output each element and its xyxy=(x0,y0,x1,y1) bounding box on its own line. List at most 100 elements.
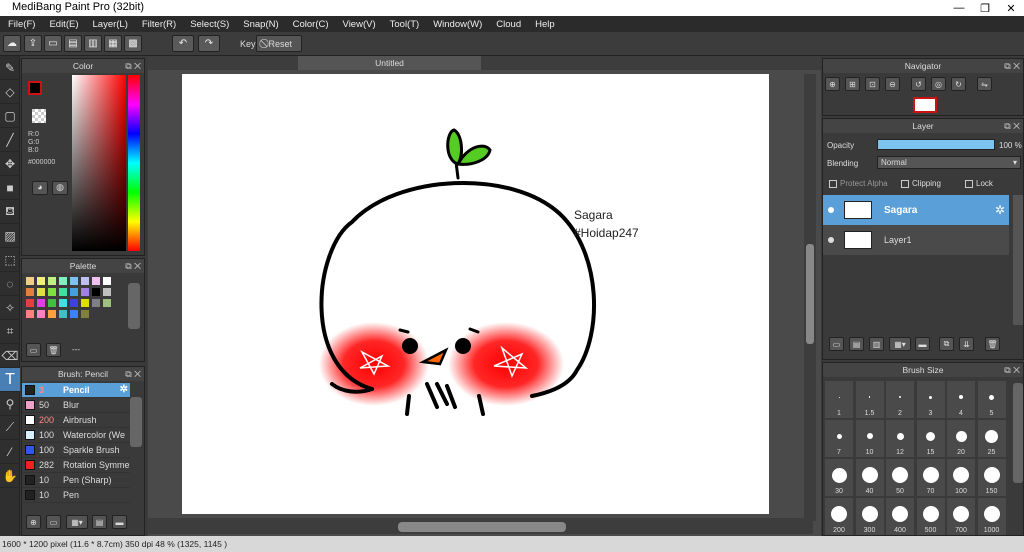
zoom-out-icon[interactable]: ⊖ xyxy=(885,77,900,91)
navigator-thumbnail[interactable] xyxy=(913,97,937,113)
close-button[interactable]: ✕ xyxy=(998,0,1024,16)
brush-size-option[interactable]: 500 xyxy=(916,498,945,535)
brush-size-option[interactable]: 1000 xyxy=(977,498,1006,535)
rotate-right-icon[interactable]: ↻ xyxy=(951,77,966,91)
chat-icon[interactable]: ▭ xyxy=(44,35,62,52)
eraser-tool-icon[interactable]: ◇ xyxy=(0,80,20,104)
brush-size-option[interactable]: 4 xyxy=(947,381,975,418)
operation-tool-icon[interactable]: ⚲ xyxy=(0,392,20,416)
palette-swatch[interactable] xyxy=(103,277,111,285)
actual-size-icon[interactable]: ⊡ xyxy=(865,77,880,91)
shape-tool-icon[interactable]: ▢ xyxy=(0,104,20,128)
palette-swatch[interactable] xyxy=(59,310,67,318)
panel-close-icon[interactable]: ⧉ ✕ xyxy=(1004,119,1020,133)
palette-swatch[interactable] xyxy=(37,277,45,285)
list-icon[interactable]: ▦ xyxy=(104,35,122,52)
brush-size-option[interactable]: 3 xyxy=(916,381,945,418)
brush-tool-icon[interactable]: ✎ xyxy=(0,56,20,80)
new-layer-icon[interactable]: ▭ xyxy=(829,337,844,351)
brush-size-option[interactable]: 20 xyxy=(947,420,975,457)
menu-help[interactable]: Help xyxy=(535,19,555,30)
brush-item[interactable]: 50 Blur xyxy=(22,398,130,413)
brush-size-option[interactable]: 300 xyxy=(855,498,884,535)
brush-item[interactable]: 100 Sparkle Brush xyxy=(22,443,130,458)
background-color[interactable] xyxy=(32,109,46,123)
rotate-left-icon[interactable]: ↺ xyxy=(911,77,926,91)
comment-icon[interactable]: ▤ xyxy=(64,35,82,52)
eyedropper-tool-icon[interactable]: ⁄ xyxy=(0,440,20,464)
layer-item-layer1[interactable]: Layer1 xyxy=(823,225,1009,255)
palette-swatch[interactable] xyxy=(70,288,78,296)
magic-wand-tool-icon[interactable]: ✧ xyxy=(0,296,20,320)
foreground-color[interactable] xyxy=(28,81,42,95)
panel-close-icon[interactable]: ⧉ ✕ xyxy=(125,367,141,381)
palette-swatch[interactable] xyxy=(92,299,100,307)
canvas-vertical-scrollbar[interactable] xyxy=(804,74,816,521)
zoom-in-icon[interactable]: ⊕ xyxy=(825,77,840,91)
line-tool-icon[interactable]: ╱ xyxy=(0,128,20,152)
palette-swatch[interactable] xyxy=(103,299,111,307)
select-eraser-tool-icon[interactable]: ⌫ xyxy=(0,344,20,368)
color-saturation-box[interactable] xyxy=(72,75,126,251)
brush-item[interactable]: 10 Pen (Sharp) xyxy=(22,473,130,488)
palette-swatch[interactable] xyxy=(37,310,45,318)
brush-item[interactable]: 3 Pencil ✲ xyxy=(22,383,130,398)
opacity-slider[interactable] xyxy=(877,139,995,150)
brush-size-scrollbar[interactable] xyxy=(1013,383,1023,483)
menu-cloud[interactable]: Cloud xyxy=(496,19,521,30)
brush-scrollbar[interactable] xyxy=(130,397,142,447)
undo-icon[interactable]: ↶ xyxy=(172,35,194,52)
palette-swatch[interactable] xyxy=(37,299,45,307)
menu-view[interactable]: View(V) xyxy=(343,19,376,30)
delete-layer-icon[interactable]: 🗑 xyxy=(985,337,1000,351)
panel-close-icon[interactable]: ⧉ ✕ xyxy=(125,59,141,73)
menu-layer[interactable]: Layer(L) xyxy=(93,19,128,30)
panel-close-icon[interactable]: ⧉ ✕ xyxy=(1004,59,1020,73)
brush-size-option[interactable]: 40 xyxy=(855,459,884,496)
maximize-button[interactable]: ❐ xyxy=(972,0,998,16)
brush-size-option[interactable]: 400 xyxy=(886,498,914,535)
palette-swatch[interactable] xyxy=(37,288,45,296)
hue-slider[interactable] xyxy=(128,75,140,251)
brush-doc-icon[interactable]: ▤ xyxy=(92,515,107,529)
palette-swatch[interactable] xyxy=(81,277,89,285)
select-tool-icon[interactable]: ⬚ xyxy=(0,248,20,272)
palette-swatch[interactable] xyxy=(48,310,56,318)
flip-horizontal-icon[interactable]: ⇋ xyxy=(977,77,992,91)
brush-size-option[interactable]: 7 xyxy=(825,420,853,457)
brush-size-option[interactable]: 12 xyxy=(886,420,914,457)
palette-swatch[interactable] xyxy=(26,277,34,285)
palette-swatch[interactable] xyxy=(59,277,67,285)
zoom-fit-icon[interactable]: ⊞ xyxy=(845,77,860,91)
brush-size-option[interactable]: 2 xyxy=(886,381,914,418)
brush-size-option[interactable]: 100 xyxy=(947,459,975,496)
color-set-icon[interactable]: ◍ xyxy=(52,181,68,195)
menu-window[interactable]: Window(W) xyxy=(433,19,482,30)
menu-edit[interactable]: Edit(E) xyxy=(49,19,78,30)
palette-swatch[interactable] xyxy=(81,299,89,307)
brush-size-option[interactable]: 700 xyxy=(947,498,975,535)
palette-swatch[interactable] xyxy=(48,299,56,307)
add-layer-menu-icon[interactable]: ▦▾ xyxy=(889,337,911,351)
brush-add-icon[interactable]: ⊕ xyxy=(26,515,41,529)
delete-palette-icon[interactable]: 🗑 xyxy=(46,343,61,357)
duplicate-layer-icon[interactable]: ⧉ xyxy=(939,337,954,351)
palette-swatch[interactable] xyxy=(81,310,89,318)
layer-folder-icon[interactable]: ▬ xyxy=(915,337,930,351)
fill-rect-tool-icon[interactable]: ■ xyxy=(0,176,20,200)
brush-size-option[interactable]: 50 xyxy=(886,459,914,496)
menu-filter[interactable]: Filter(R) xyxy=(142,19,176,30)
panel-close-icon[interactable]: ⧉ ✕ xyxy=(125,259,141,273)
document-tab[interactable]: Untitled xyxy=(298,56,481,70)
divide-tool-icon[interactable]: ⟋ xyxy=(0,416,20,440)
gear-icon[interactable]: ✲ xyxy=(120,384,128,395)
brush-size-option[interactable]: 25 xyxy=(977,420,1006,457)
layer-item-sagara[interactable]: Sagara ✲ xyxy=(823,195,1009,225)
panel-close-icon[interactable]: ⧉ ✕ xyxy=(1004,363,1020,377)
brush-size-option[interactable]: 1 xyxy=(825,381,853,418)
menu-color[interactable]: Color(C) xyxy=(293,19,329,30)
lasso-tool-icon[interactable]: ◌ xyxy=(0,272,20,296)
brush-item[interactable]: 100 Watercolor (We xyxy=(22,428,130,443)
eye-icon[interactable] xyxy=(828,237,834,243)
palette-swatch[interactable] xyxy=(59,299,67,307)
